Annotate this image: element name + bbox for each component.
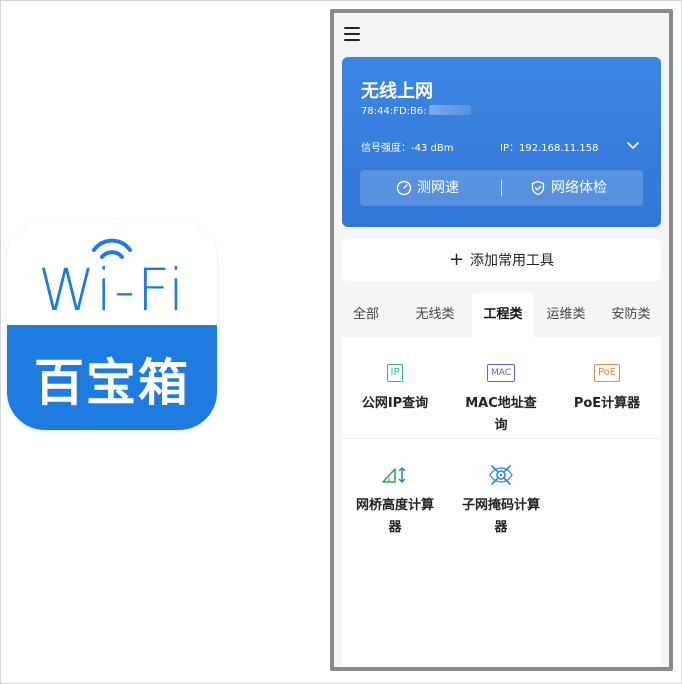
add-tools-label: 添加常用工具 — [470, 253, 555, 269]
mac-address-query-tool[interactable]: MAC MAC地址查询 — [448, 359, 554, 437]
row-divider — [342, 438, 661, 439]
tool-label: PoE计算器 — [573, 396, 641, 411]
tab-engineering[interactable]: 工程类 — [472, 293, 534, 337]
wifi-ip-address: IP：192.168.11.158 — [500, 143, 599, 154]
shield-check-icon — [531, 180, 545, 196]
network-check-button[interactable]: 网络体检 — [530, 170, 607, 206]
tool-label: MAC地址查询 — [465, 396, 537, 433]
app-icon: Wi-Fi 百宝箱 — [7, 220, 217, 430]
tool-label: 网桥高度计算器 — [356, 498, 435, 535]
tool-label: 公网IP查询 — [361, 396, 429, 411]
actions-divider — [501, 180, 502, 196]
network-check-label: 网络体检 — [551, 180, 607, 196]
subnet-mask-icon — [489, 465, 513, 485]
speed-test-label: 测网速 — [417, 180, 459, 196]
poe-calculator-tool[interactable]: PoE PoE计算器 — [554, 359, 660, 415]
app-icon-cn-text: 百宝箱 — [34, 354, 190, 412]
wifi-title: 无线上网 — [361, 81, 433, 102]
mac-icon: MAC — [486, 364, 516, 382]
hamburger-menu-icon[interactable] — [344, 27, 360, 41]
ip-icon: IP — [386, 364, 404, 382]
chevron-down-icon[interactable] — [626, 139, 640, 153]
category-tabs: 全部 无线类 工程类 运维类 安防类 — [334, 293, 669, 337]
bridge-height-icon — [382, 467, 406, 483]
wifi-mac-address: 78:44:FD:B6: — [361, 105, 471, 117]
wifi-mac-text: 78:44:FD:B6: — [361, 106, 427, 117]
subnet-mask-calculator-tool[interactable]: 子网掩码计算器 — [448, 461, 554, 539]
wifi-signal-strength: 信号强度：-43 dBm — [361, 143, 454, 154]
poe-icon: PoE — [593, 364, 621, 382]
add-common-tools-button[interactable]: + 添加常用工具 — [342, 239, 661, 281]
speedometer-icon — [396, 180, 412, 196]
tab-wireless[interactable]: 无线类 — [410, 293, 460, 337]
wifi-status-card: 无线上网 78:44:FD:B6: 信号强度：-43 dBm IP：192.16… — [342, 57, 661, 227]
card-actions-bar: 测网速 网络体检 — [360, 170, 643, 206]
tab-operations[interactable]: 运维类 — [541, 293, 591, 337]
tools-grid: IP 公网IP查询 MAC MAC地址查询 PoE PoE计算器 网桥高度计算器 — [342, 337, 661, 667]
phone-screen: 无线上网 78:44:FD:B6: 信号强度：-43 dBm IP：192.16… — [330, 9, 673, 671]
tool-label: 子网掩码计算器 — [462, 498, 541, 535]
plus-icon: + — [448, 249, 465, 270]
speed-test-button[interactable]: 测网速 — [396, 170, 459, 206]
tab-security[interactable]: 安防类 — [606, 293, 656, 337]
mac-redaction — [428, 105, 471, 115]
tab-all[interactable]: 全部 — [346, 293, 386, 337]
bridge-height-calculator-tool[interactable]: 网桥高度计算器 — [342, 461, 448, 539]
public-ip-query-tool[interactable]: IP 公网IP查询 — [342, 359, 448, 415]
app-icon-wifi-text: Wi-Fi — [37, 256, 187, 324]
